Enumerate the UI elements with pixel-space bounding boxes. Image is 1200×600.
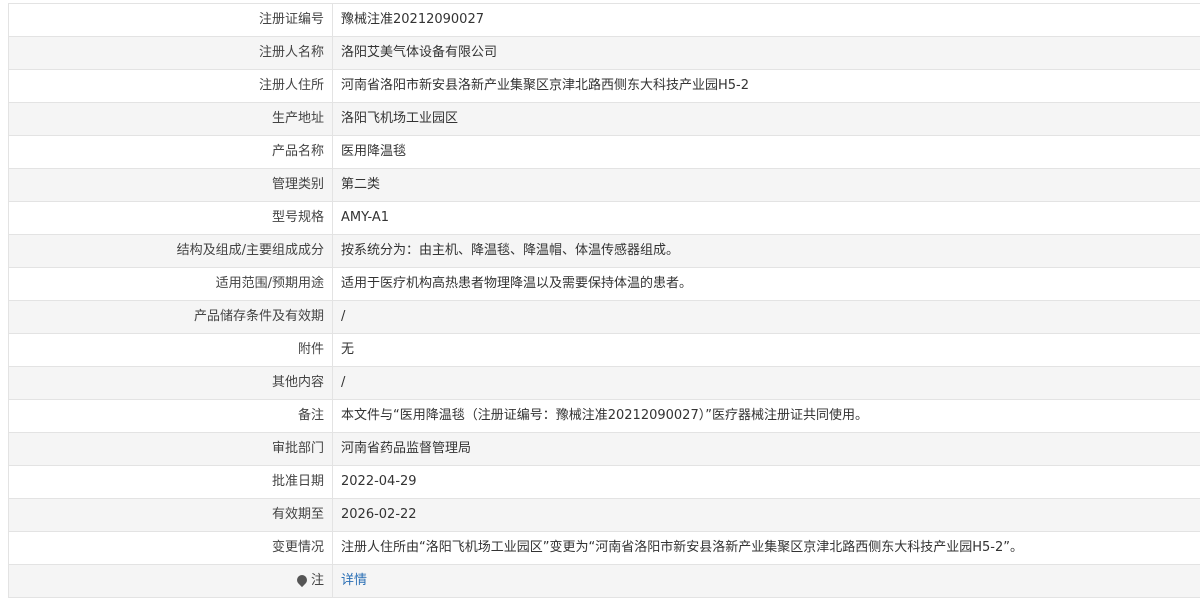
value-storage-validity: / <box>332 300 1200 334</box>
label-other-content: 其他内容 <box>8 366 333 400</box>
label-approval-department: 审批部门 <box>8 432 333 466</box>
row-management-category: 管理类别 第二类 <box>8 168 1200 202</box>
label-remarks: 备注 <box>8 399 333 433</box>
row-structure-composition: 结构及组成/主要组成成分 按系统分为：由主机、降温毯、降温帽、体温传感器组成。 <box>8 234 1200 268</box>
row-valid-until: 有效期至 2026-02-22 <box>8 498 1200 532</box>
row-registrant-address: 注册人住所 河南省洛阳市新安县洛新产业集聚区京津北路西侧东大科技产业园H5-2 <box>8 69 1200 103</box>
label-structure-composition: 结构及组成/主要组成成分 <box>8 234 333 268</box>
row-product-name: 产品名称 医用降温毯 <box>8 135 1200 169</box>
registration-detail-page: 注册证编号 豫械注准20212090027 注册人名称 洛阳艾美气体设备有限公司… <box>0 0 1200 600</box>
label-attachment: 附件 <box>8 333 333 367</box>
value-change-history: 注册人住所由“洛阳飞机场工业园区”变更为“河南省洛阳市新安县洛新产业集聚区京津北… <box>332 531 1200 565</box>
label-registrant-name: 注册人名称 <box>8 36 333 70</box>
label-storage-validity: 产品储存条件及有效期 <box>8 300 333 334</box>
label-model-spec: 型号规格 <box>8 201 333 235</box>
row-intended-use: 适用范围/预期用途 适用于医疗机构高热患者物理降温以及需要保持体温的患者。 <box>8 267 1200 301</box>
pin-icon <box>294 572 310 588</box>
value-management-category: 第二类 <box>332 168 1200 202</box>
value-approval-date: 2022-04-29 <box>332 465 1200 499</box>
value-registrant-name: 洛阳艾美气体设备有限公司 <box>332 36 1200 70</box>
value-note: 详情 <box>332 564 1200 598</box>
value-valid-until: 2026-02-22 <box>332 498 1200 532</box>
value-intended-use: 适用于医疗机构高热患者物理降温以及需要保持体温的患者。 <box>332 267 1200 301</box>
value-registrant-address: 河南省洛阳市新安县洛新产业集聚区京津北路西侧东大科技产业园H5-2 <box>332 69 1200 103</box>
label-change-history: 变更情况 <box>8 531 333 565</box>
value-product-name: 医用降温毯 <box>332 135 1200 169</box>
registration-info-table: 注册证编号 豫械注准20212090027 注册人名称 洛阳艾美气体设备有限公司… <box>8 3 1200 598</box>
value-structure-composition: 按系统分为：由主机、降温毯、降温帽、体温传感器组成。 <box>332 234 1200 268</box>
label-product-name: 产品名称 <box>8 135 333 169</box>
value-model-spec: AMY-A1 <box>332 201 1200 235</box>
value-remarks: 本文件与“医用降温毯（注册证编号：豫械注准20212090027）”医疗器械注册… <box>332 399 1200 433</box>
row-approval-department: 审批部门 河南省药品监督管理局 <box>8 432 1200 466</box>
label-approval-date: 批准日期 <box>8 465 333 499</box>
label-registration-number: 注册证编号 <box>8 3 333 37</box>
row-registrant-name: 注册人名称 洛阳艾美气体设备有限公司 <box>8 36 1200 70</box>
value-other-content: / <box>332 366 1200 400</box>
row-other-content: 其他内容 / <box>8 366 1200 400</box>
row-note: 注 详情 <box>8 564 1200 598</box>
label-note: 注 <box>8 564 333 598</box>
label-management-category: 管理类别 <box>8 168 333 202</box>
row-attachment: 附件 无 <box>8 333 1200 367</box>
label-intended-use: 适用范围/预期用途 <box>8 267 333 301</box>
row-change-history: 变更情况 注册人住所由“洛阳飞机场工业园区”变更为“河南省洛阳市新安县洛新产业集… <box>8 531 1200 565</box>
value-approval-department: 河南省药品监督管理局 <box>332 432 1200 466</box>
row-approval-date: 批准日期 2022-04-29 <box>8 465 1200 499</box>
row-model-spec: 型号规格 AMY-A1 <box>8 201 1200 235</box>
value-registration-number: 豫械注准20212090027 <box>332 3 1200 37</box>
row-registration-number: 注册证编号 豫械注准20212090027 <box>8 3 1200 37</box>
row-production-address: 生产地址 洛阳飞机场工业园区 <box>8 102 1200 136</box>
note-label: 注 <box>310 573 324 588</box>
row-storage-validity: 产品储存条件及有效期 / <box>8 300 1200 334</box>
value-attachment: 无 <box>332 333 1200 367</box>
value-production-address: 洛阳飞机场工业园区 <box>332 102 1200 136</box>
label-valid-until: 有效期至 <box>8 498 333 532</box>
details-link[interactable]: 详情 <box>341 573 367 588</box>
label-registrant-address: 注册人住所 <box>8 69 333 103</box>
label-production-address: 生产地址 <box>8 102 333 136</box>
row-remarks: 备注 本文件与“医用降温毯（注册证编号：豫械注准20212090027）”医疗器… <box>8 399 1200 433</box>
